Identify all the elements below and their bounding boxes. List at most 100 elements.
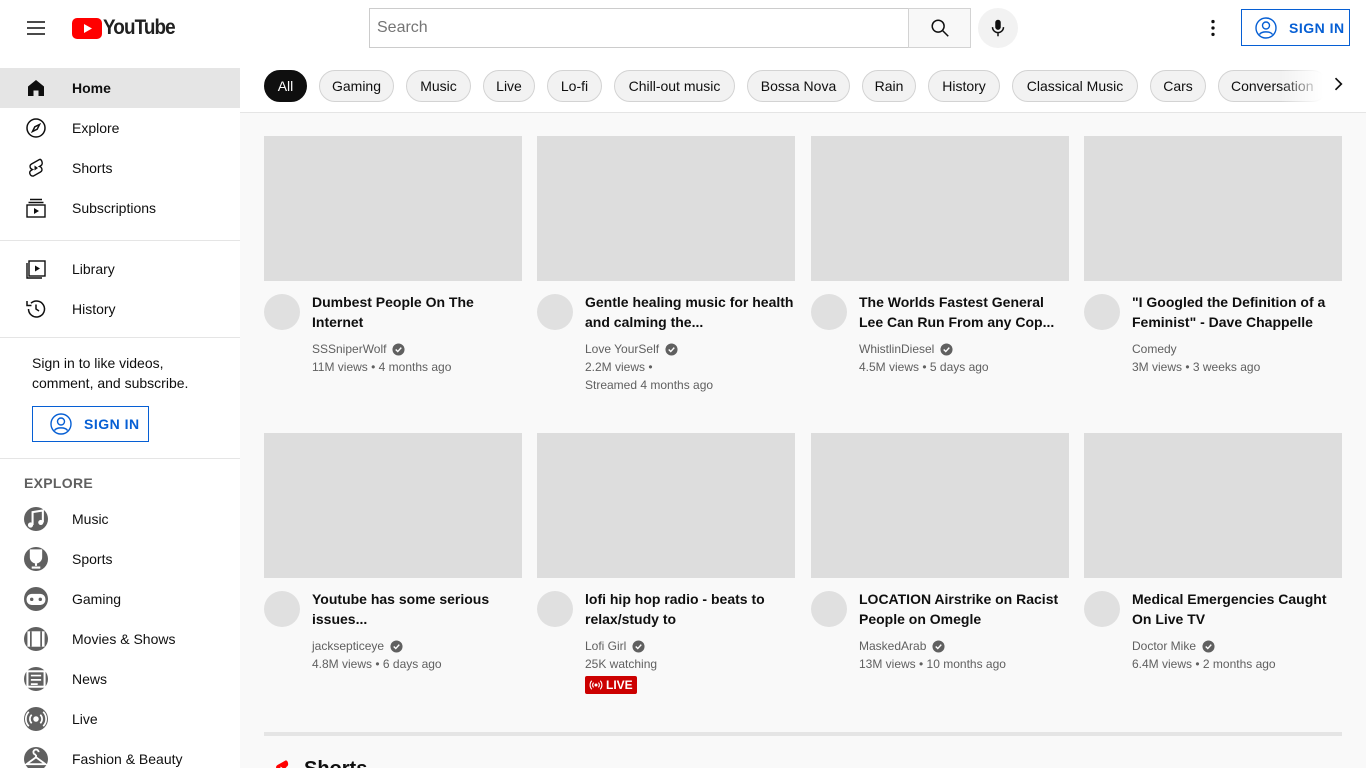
sidebar-item-library[interactable]: Library <box>0 249 240 289</box>
channel-avatar[interactable] <box>537 591 573 627</box>
video-title[interactable]: Medical Emergencies Caught On Live TV <box>1132 589 1342 629</box>
channel-avatar[interactable] <box>1084 591 1120 627</box>
signin-button-header[interactable]: SIGN IN <box>1241 9 1350 46</box>
shorts-shelf-title: Shorts <box>304 758 367 768</box>
video-thumbnail[interactable] <box>264 433 522 578</box>
sidebar-item-explore[interactable]: Explore <box>0 108 240 148</box>
channel-name-text[interactable]: Lofi Girl <box>585 637 626 655</box>
live-icon <box>24 707 48 731</box>
video-title[interactable]: lofi hip hop radio - beats to relax/stud… <box>585 589 795 629</box>
chip-gaming[interactable]: Gaming <box>319 70 394 102</box>
channel-name-text[interactable]: WhistlinDiesel <box>859 340 934 358</box>
video-card[interactable]: "I Googled the Definition of a Feminist"… <box>1084 136 1342 374</box>
sidebar-item-gaming[interactable]: Gaming <box>0 579 240 619</box>
video-card[interactable]: Dumbest People On The Internet SSSniperW… <box>264 136 522 374</box>
sidebar-item-live[interactable]: Live <box>0 699 240 739</box>
video-card[interactable]: Youtube has some serious issues... jacks… <box>264 433 522 671</box>
sidebar-item-sports[interactable]: Sports <box>0 539 240 579</box>
youtube-logo-icon <box>72 17 102 39</box>
sidebar-item-label: News <box>72 671 108 687</box>
menu-button[interactable] <box>16 8 56 48</box>
sidebar-item-history[interactable]: History <box>0 289 240 329</box>
video-thumbnail[interactable] <box>264 136 522 281</box>
search-button[interactable] <box>908 8 971 48</box>
video-card[interactable]: lofi hip hop radio - beats to relax/stud… <box>537 433 795 694</box>
sidebar-item-movies[interactable]: Movies & Shows <box>0 619 240 659</box>
sidebar-item-label: Home <box>72 80 111 96</box>
sidebar-item-label: Shorts <box>72 160 113 176</box>
video-card[interactable]: Gentle healing music for health and calm… <box>537 136 795 392</box>
home-icon <box>24 76 48 100</box>
channel-name-text[interactable]: MaskedArab <box>859 637 926 655</box>
sidebar-item-news[interactable]: News <box>0 659 240 699</box>
video-title[interactable]: Dumbest People On The Internet <box>312 292 522 332</box>
sidebar-item-shorts[interactable]: Shorts <box>0 148 240 188</box>
verified-icon <box>632 639 645 653</box>
verified-icon <box>932 639 945 653</box>
chip-music[interactable]: Music <box>406 70 471 102</box>
chip-live[interactable]: Live <box>483 70 535 102</box>
sidebar-item-fashion[interactable]: Fashion & Beauty <box>0 739 240 768</box>
chip-rain[interactable]: Rain <box>862 70 916 102</box>
chip-cars[interactable]: Cars <box>1150 70 1206 102</box>
channel-name[interactable]: Comedy <box>1132 340 1342 358</box>
channel-name[interactable]: MaskedArab <box>859 637 1069 655</box>
channel-avatar[interactable] <box>1084 294 1120 330</box>
channel-name-text[interactable]: SSSniperWolf <box>312 340 386 358</box>
settings-button[interactable] <box>1193 8 1233 48</box>
sidebar-item-subscriptions[interactable]: Subscriptions <box>0 188 240 228</box>
youtube-logo[interactable]: YouTube <box>72 16 183 39</box>
video-thumbnail[interactable] <box>1084 136 1342 281</box>
voice-search-button[interactable] <box>978 8 1018 48</box>
video-title[interactable]: "I Googled the Definition of a Feminist"… <box>1132 292 1342 332</box>
sidebar-item-home[interactable]: Home <box>0 68 240 108</box>
sidebar-item-music[interactable]: Music <box>0 499 240 539</box>
channel-avatar[interactable] <box>537 294 573 330</box>
chip-bossa-nova[interactable]: Bossa Nova <box>747 70 850 102</box>
chip-chillout-music[interactable]: Chill-out music <box>614 70 735 102</box>
sidebar-item-label: Explore <box>72 120 120 136</box>
channel-name-text[interactable]: Comedy <box>1132 340 1177 358</box>
signin-button-sidebar[interactable]: SIGN IN <box>32 406 149 442</box>
sidebar-item-label: Subscriptions <box>72 200 157 216</box>
search-input[interactable] <box>369 8 908 48</box>
channel-avatar[interactable] <box>811 591 847 627</box>
chip-all[interactable]: All <box>264 70 307 102</box>
user-circle-icon <box>1255 16 1277 39</box>
chip-history[interactable]: History <box>928 70 1000 102</box>
channel-name[interactable]: WhistlinDiesel <box>859 340 1069 358</box>
chevron-right-icon <box>1334 77 1343 91</box>
video-title[interactable]: The Worlds Fastest General Lee Can Run F… <box>859 292 1069 332</box>
chip-scroll-right-button[interactable] <box>1318 64 1358 104</box>
video-title[interactable]: Gentle healing music for health and calm… <box>585 292 795 332</box>
channel-name-text[interactable]: Doctor Mike <box>1132 637 1196 655</box>
video-card[interactable]: The Worlds Fastest General Lee Can Run F… <box>811 136 1069 374</box>
video-title[interactable]: Youtube has some serious issues... <box>312 589 522 629</box>
news-icon <box>24 667 48 691</box>
video-card[interactable]: LOCATION Airstrike on Racist People on O… <box>811 433 1069 671</box>
channel-avatar[interactable] <box>811 294 847 330</box>
signin-label: SIGN IN <box>1289 19 1345 36</box>
channel-avatar[interactable] <box>264 294 300 330</box>
channel-name[interactable]: Lofi Girl <box>585 637 795 655</box>
channel-avatar[interactable] <box>264 591 300 627</box>
live-badge-label: LIVE <box>606 678 633 692</box>
video-card[interactable]: Medical Emergencies Caught On Live TV Do… <box>1084 433 1342 671</box>
video-metadata: Lofi Girl 25K watching LIVE <box>585 637 795 697</box>
video-thumbnail[interactable] <box>811 136 1069 281</box>
video-thumbnail[interactable] <box>1084 433 1342 578</box>
video-thumbnail[interactable] <box>537 433 795 578</box>
video-title[interactable]: LOCATION Airstrike on Racist People on O… <box>859 589 1069 629</box>
channel-name[interactable]: Doctor Mike <box>1132 637 1342 655</box>
channel-name[interactable]: Love YourSelf <box>585 340 795 358</box>
chip-classical-music[interactable]: Classical Music <box>1012 70 1138 102</box>
channel-name[interactable]: SSSniperWolf <box>312 340 522 358</box>
video-thumbnail[interactable] <box>811 433 1069 578</box>
channel-name-text[interactable]: Love YourSelf <box>585 340 659 358</box>
channel-name[interactable]: jacksepticeye <box>312 637 522 655</box>
video-thumbnail[interactable] <box>537 136 795 281</box>
channel-name-text[interactable]: jacksepticeye <box>312 637 384 655</box>
chip-lofi[interactable]: Lo-fi <box>547 70 602 102</box>
verified-icon <box>940 342 953 356</box>
video-metadata: Doctor Mike 6.4M views • 2 months ago <box>1132 637 1342 673</box>
